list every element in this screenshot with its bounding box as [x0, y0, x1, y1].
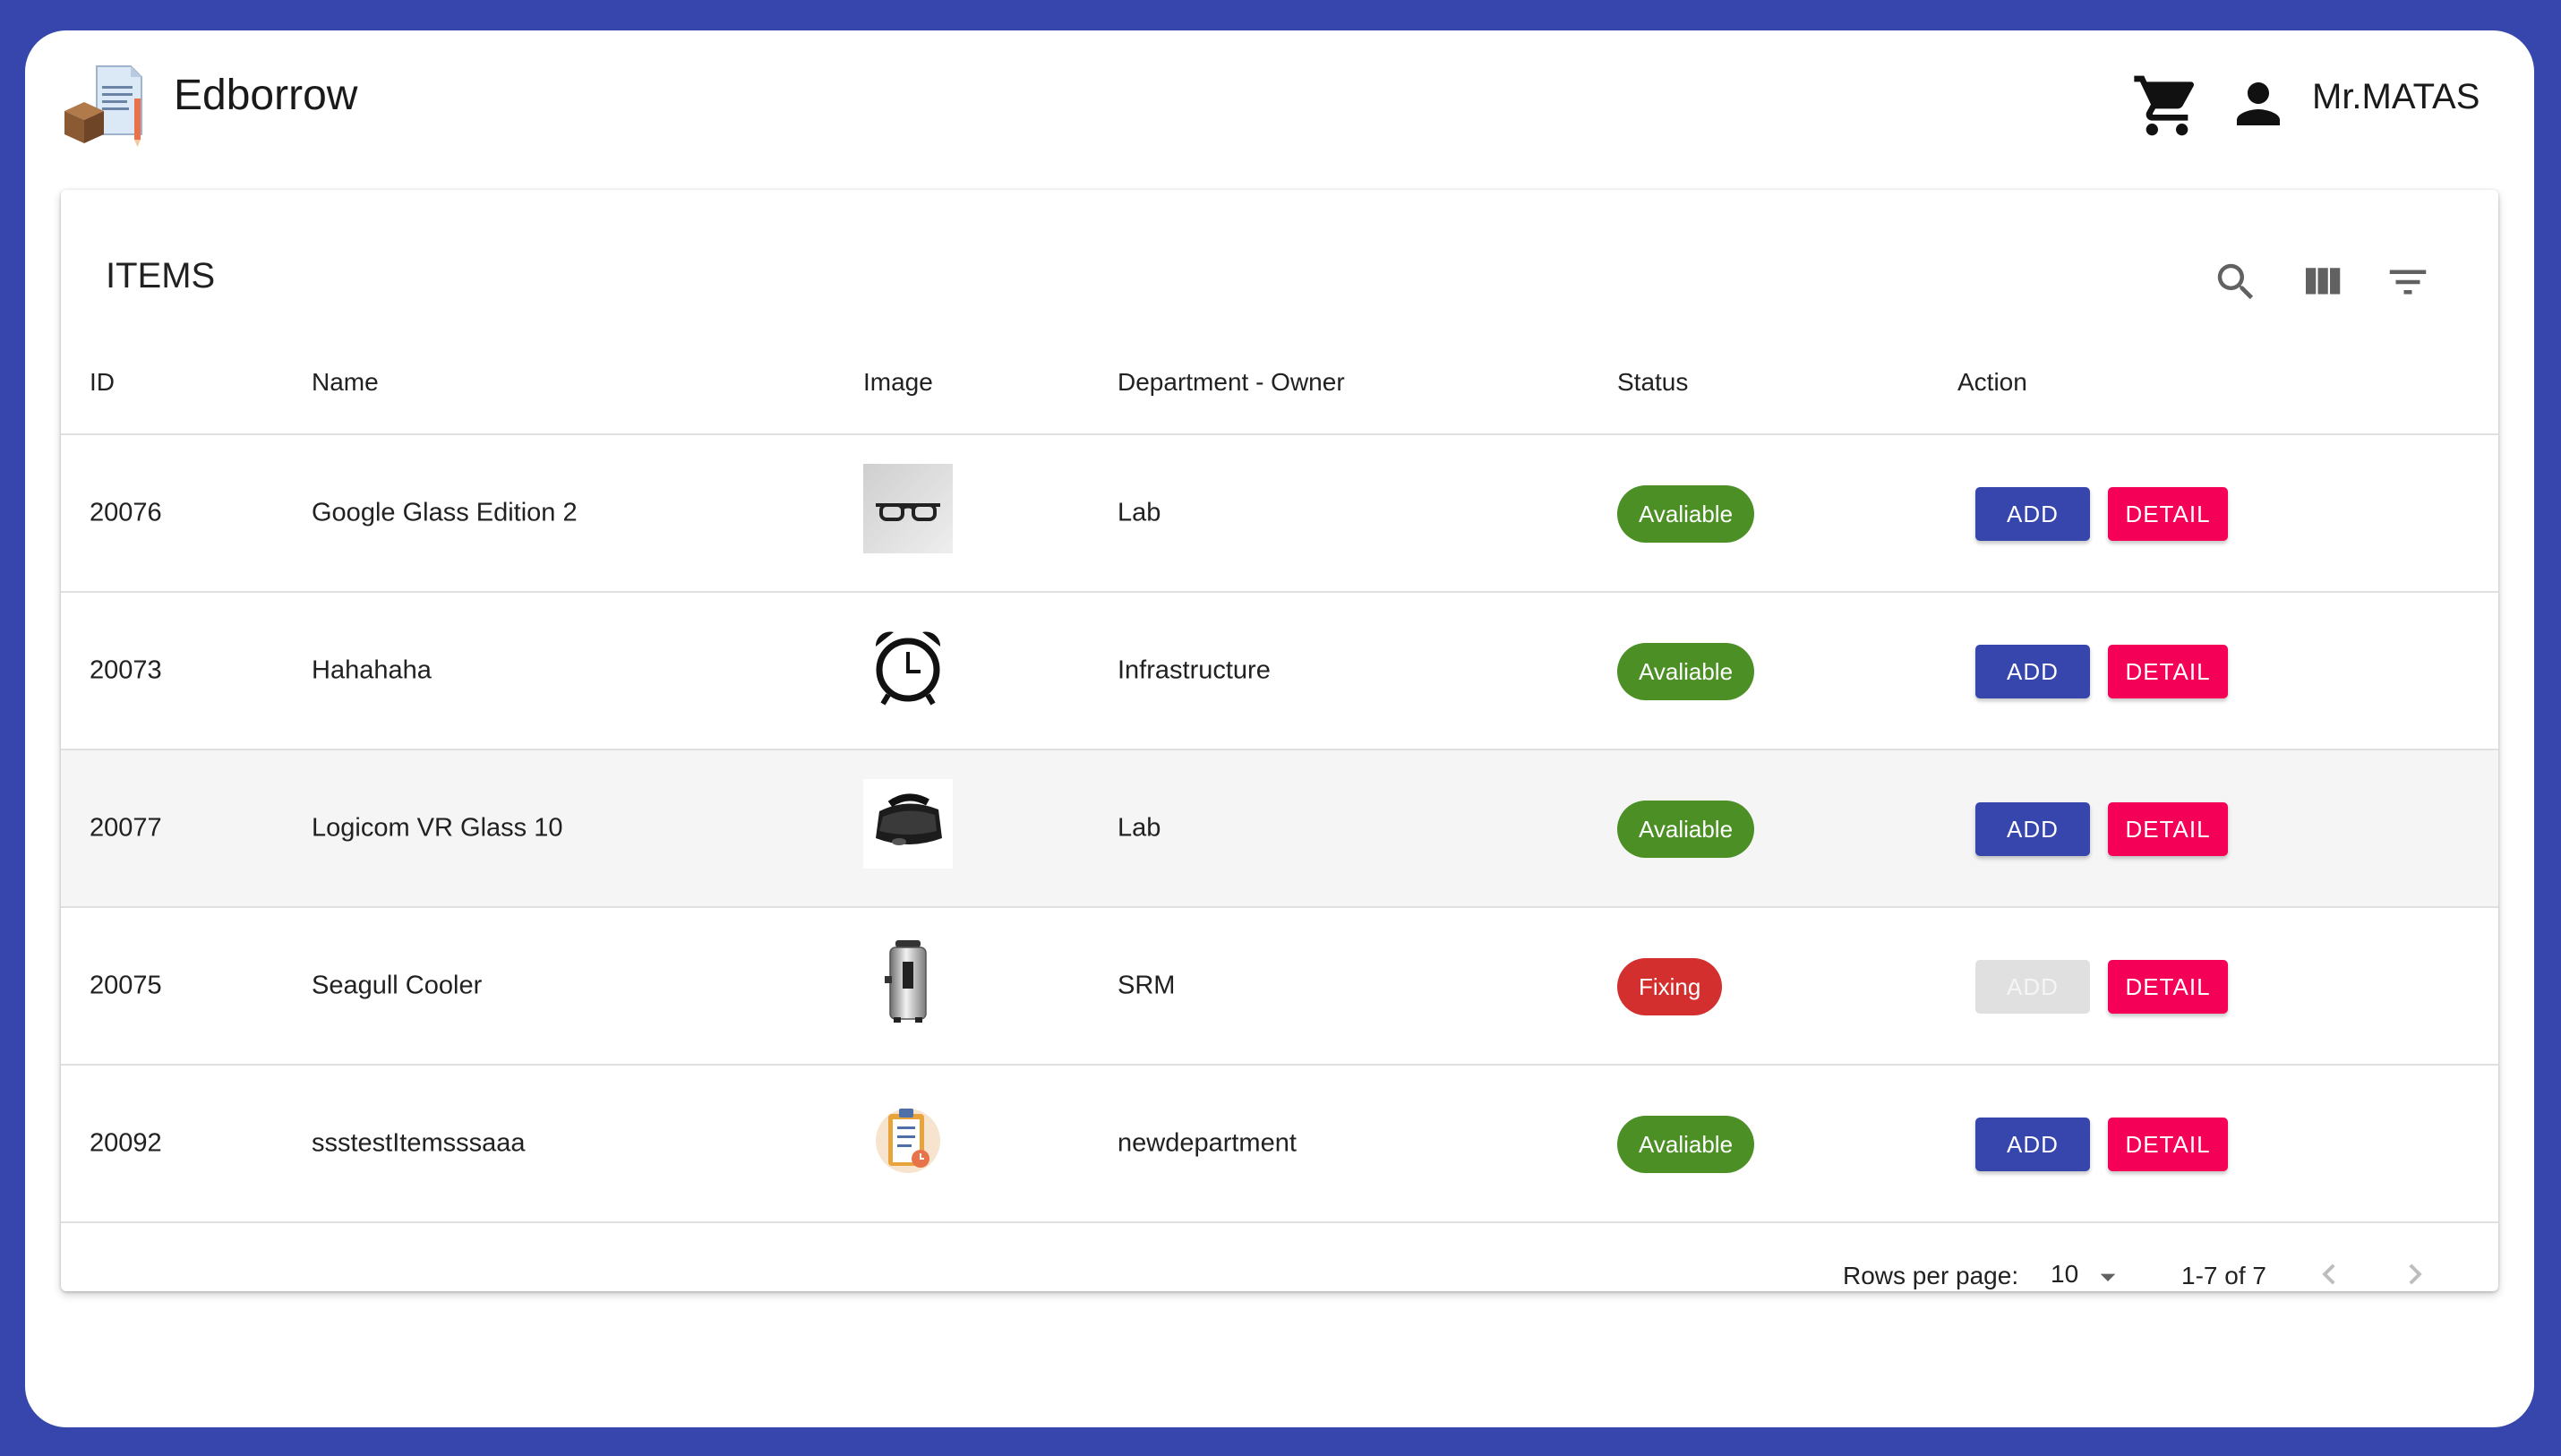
app-logo-icon — [61, 59, 150, 149]
filter-list-icon[interactable] — [2384, 258, 2432, 306]
water-boiler-image — [863, 937, 953, 1026]
add-button[interactable]: ADD — [1975, 1118, 2090, 1171]
detail-button[interactable]: DETAIL — [2108, 487, 2228, 541]
column-header-image[interactable]: Image — [863, 367, 933, 398]
rows-per-page-label: Rows per page: — [1843, 1262, 2019, 1289]
app-title: Edborrow — [174, 72, 358, 119]
item-department: Lab — [1118, 813, 1161, 843]
pagination-range: 1-7 of 7 — [2181, 1262, 2266, 1289]
search-icon[interactable] — [2212, 258, 2260, 306]
item-name: Logicom VR Glass 10 — [312, 813, 563, 843]
table-row[interactable]: 20075 Seagull Cooler SRM Fixing ADD DETA… — [61, 908, 2498, 1066]
view-column-icon[interactable] — [2298, 258, 2346, 306]
detail-button[interactable]: DETAIL — [2108, 960, 2228, 1014]
status-badge: Avaliable — [1617, 485, 1755, 543]
status-badge: Fixing — [1617, 958, 1723, 1015]
table-row[interactable]: 20077 Logicom VR Glass 10 Lab Avaliable … — [61, 750, 2498, 908]
items-table-card: ITEMS ID Name Image Department - Owner S… — [61, 190, 2498, 1291]
user-name[interactable]: Mr.MATAS — [2312, 75, 2480, 118]
status-badge: Avaliable — [1617, 801, 1755, 858]
rows-per-page-value: 10 — [2051, 1260, 2079, 1288]
item-id: 20077 — [90, 813, 162, 843]
add-button[interactable]: ADD — [1975, 645, 2090, 698]
item-department: SRM — [1118, 971, 1176, 1000]
table-title: ITEMS — [106, 256, 216, 295]
smart-glasses-image — [863, 464, 953, 553]
next-page-icon[interactable] — [2394, 1254, 2436, 1291]
detail-button[interactable]: DETAIL — [2108, 645, 2228, 698]
item-department: Lab — [1118, 498, 1161, 527]
detail-button[interactable]: DETAIL — [2108, 802, 2228, 856]
cart-icon[interactable] — [2131, 70, 2203, 141]
table-row[interactable]: 20076 Google Glass Edition 2 Lab Avaliab… — [61, 435, 2498, 593]
clipboard-checklist-image — [863, 1094, 953, 1184]
chevron-down-icon — [2100, 1273, 2116, 1281]
item-id: 20073 — [90, 655, 162, 685]
item-id: 20076 — [90, 498, 162, 527]
item-name: Seagull Cooler — [312, 971, 483, 1000]
table-row[interactable]: 20092 ssstestItemsssaaa newdepartment Av… — [61, 1066, 2498, 1223]
add-button: ADD — [1975, 960, 2090, 1014]
item-name: Google Glass Edition 2 — [312, 498, 578, 527]
column-header-status[interactable]: Status — [1617, 367, 1688, 398]
status-badge: Avaliable — [1617, 1116, 1755, 1173]
app-window: Edborrow Mr.MATAS ITEMS ID Name Image De… — [25, 30, 2534, 1427]
column-header-id[interactable]: ID — [90, 367, 115, 398]
vr-headset-image — [863, 779, 953, 869]
item-department: Infrastructure — [1118, 655, 1271, 685]
rows-per-page-select[interactable]: 10 — [2051, 1255, 2140, 1291]
item-id: 20092 — [90, 1128, 162, 1158]
alarm-clock-image — [863, 621, 953, 711]
add-button[interactable]: ADD — [1975, 802, 2090, 856]
column-header-department[interactable]: Department - Owner — [1118, 367, 1345, 398]
item-name: Hahahaha — [312, 655, 432, 685]
column-header-name[interactable]: Name — [312, 367, 379, 398]
app-bar: Edborrow Mr.MATAS — [25, 30, 2534, 165]
column-header-action: Action — [1957, 368, 2027, 396]
item-id: 20075 — [90, 971, 162, 1000]
item-department: newdepartment — [1118, 1128, 1297, 1158]
detail-button[interactable]: DETAIL — [2108, 1118, 2228, 1171]
previous-page-icon[interactable] — [2308, 1254, 2350, 1291]
add-button[interactable]: ADD — [1975, 487, 2090, 541]
status-badge: Avaliable — [1617, 643, 1755, 700]
item-name: ssstestItemsssaaa — [312, 1128, 526, 1158]
person-icon[interactable] — [2226, 72, 2291, 136]
table-row[interactable]: 20073 Hahahaha Infrastructure Avaliable … — [61, 593, 2498, 750]
